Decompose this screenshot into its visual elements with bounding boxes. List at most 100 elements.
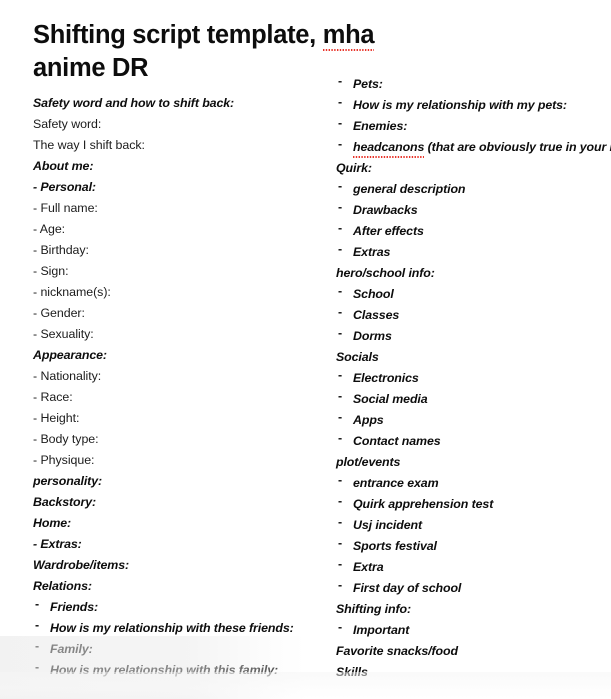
list-item[interactable]: - Sports festival — [336, 536, 608, 557]
misspelled-word: headcanons — [353, 137, 424, 159]
list-item[interactable]: - Full name: — [33, 198, 315, 219]
list-item[interactable]: - Quirk apprehension test — [336, 494, 608, 515]
dash-bullet-icon: - — [338, 389, 343, 403]
list-item-label: - Personal: — [33, 180, 96, 194]
list-item[interactable]: - Race: — [33, 387, 315, 408]
list-item[interactable]: Appearance: — [33, 345, 315, 366]
list-item[interactable]: - Nationality: — [33, 366, 315, 387]
dash-bullet-icon: - — [35, 597, 40, 611]
list-item[interactable]: - Birthday: — [33, 240, 315, 261]
list-item[interactable]: About me: — [33, 156, 315, 177]
list-item[interactable]: plot/events — [336, 452, 608, 473]
dash-bullet-icon: - — [338, 410, 343, 424]
list-item-label: Electronics — [353, 371, 419, 385]
list-item[interactable]: - Apps — [336, 410, 608, 431]
list-item-label: Wardrobe/items: — [33, 558, 130, 572]
list-item[interactable]: - Important — [336, 620, 608, 641]
list-item[interactable]: - Family: — [33, 639, 315, 660]
dash-bullet-icon: - — [338, 368, 343, 382]
dash-bullet-icon: - — [338, 137, 343, 151]
dash-bullet-icon: - — [338, 431, 343, 445]
list-item-label: Extra — [353, 560, 384, 574]
right-column: - Pets: - How is my relationship with my pe… — [336, 74, 611, 683]
list-item-label: Extras — [353, 245, 391, 259]
list-item-label: How is my relationship with this family: — [50, 663, 279, 677]
list-item[interactable]: Home: — [33, 513, 315, 534]
list-item[interactable]: Safety word: — [33, 114, 315, 135]
list-item[interactable]: The way I shift back: — [33, 135, 315, 156]
list-item[interactable]: Socials — [336, 347, 608, 368]
list-item[interactable]: - Height: — [33, 408, 315, 429]
list-item[interactable]: - How is my relationship with these frien… — [33, 618, 315, 639]
list-item[interactable]: - Sexuality: — [33, 324, 315, 345]
list-item-label: Dorms — [353, 329, 392, 343]
list-item[interactable]: - entrance exam — [336, 473, 608, 494]
list-item-label: hero/school info: — [336, 266, 435, 280]
list-item-label: Social media — [353, 392, 428, 406]
list-item[interactable]: Wardrobe/items: — [33, 555, 315, 576]
list-item[interactable]: - Extras: — [33, 534, 315, 555]
left-column: Safety word and how to shift back: Safety… — [33, 93, 315, 681]
list-item[interactable]: - general description — [336, 179, 608, 200]
list-item[interactable]: - nickname(s): — [33, 282, 315, 303]
list-item[interactable]: - Sign: — [33, 261, 315, 282]
list-item-label: - Height: — [33, 411, 80, 425]
list-item[interactable]: - Dorms — [336, 326, 608, 347]
dash-bullet-icon: - — [338, 473, 343, 487]
list-item[interactable]: - Pets: — [336, 74, 608, 95]
list-item[interactable]: Safety word and how to shift back: — [33, 93, 315, 114]
dash-bullet-icon: - — [338, 578, 343, 592]
list-item[interactable]: - Gender: — [33, 303, 315, 324]
list-item[interactable]: - Friends: — [33, 597, 315, 618]
list-item[interactable]: - Extras — [336, 242, 608, 263]
list-item[interactable]: - Electronics — [336, 368, 608, 389]
list-item[interactable]: Quirk: — [336, 158, 608, 179]
list-item[interactable]: - Drawbacks — [336, 200, 608, 221]
dash-bullet-icon: - — [338, 326, 343, 340]
list-item-label: Socials — [336, 350, 379, 364]
list-item-label: Favorite snacks/food — [336, 644, 458, 658]
list-item[interactable]: - Usj incident — [336, 515, 608, 536]
dash-bullet-icon: - — [338, 95, 343, 109]
list-item-label: Skills — [336, 665, 368, 679]
list-item-label: Enemies: — [353, 119, 408, 133]
dash-bullet-icon: - — [338, 221, 343, 235]
list-item-label: - Physique: — [33, 453, 95, 467]
list-item[interactable]: Relations: — [33, 576, 315, 597]
list-item[interactable]: - Extra — [336, 557, 608, 578]
list-item[interactable]: - How is my relationship with this family… — [33, 660, 315, 681]
list-item[interactable]: - Physique: — [33, 450, 315, 471]
page-title-part2: anime DR — [33, 54, 149, 83]
list-item[interactable]: personality: — [33, 471, 315, 492]
list-item[interactable]: - Enemies: — [336, 116, 608, 137]
list-item-label: Appearance: — [33, 348, 107, 362]
list-item-label: - Nationality: — [33, 369, 102, 383]
list-item[interactable]: Skills — [336, 662, 608, 683]
list-item[interactable]: Shifting info: — [336, 599, 608, 620]
list-item-label: - Race: — [33, 390, 73, 404]
list-item-label: Quirk: — [336, 161, 372, 175]
list-item[interactable]: - Age: — [33, 219, 315, 240]
list-item[interactable]: - Body type: — [33, 429, 315, 450]
list-item-label: - Extras: — [33, 537, 82, 551]
list-item[interactable]: - headcanons (that are obviously true in … — [336, 137, 611, 159]
list-item-label: Safety word: — [33, 117, 102, 131]
list-item[interactable]: - School — [336, 284, 608, 305]
list-item[interactable]: - Social media — [336, 389, 608, 410]
list-item[interactable]: - Classes — [336, 305, 608, 326]
dash-bullet-icon: - — [338, 494, 343, 508]
dash-bullet-icon: - — [35, 618, 40, 632]
list-item[interactable]: - How is my relationship with my pets: — [336, 95, 608, 116]
list-item[interactable]: Backstory: — [33, 492, 315, 513]
list-item-label: After effects — [353, 224, 424, 238]
list-item[interactable]: Favorite snacks/food — [336, 641, 608, 662]
list-item-label: - Sexuality: — [33, 327, 94, 341]
list-item[interactable]: hero/school info: — [336, 263, 608, 284]
list-item[interactable]: - First day of school — [336, 578, 608, 599]
dash-bullet-icon: - — [338, 305, 343, 319]
list-item[interactable]: - After effects — [336, 221, 608, 242]
list-item[interactable]: - Personal: — [33, 177, 315, 198]
list-item-label: Apps — [353, 413, 384, 427]
list-item[interactable]: - Contact names — [336, 431, 608, 452]
dash-bullet-icon: - — [338, 620, 343, 634]
